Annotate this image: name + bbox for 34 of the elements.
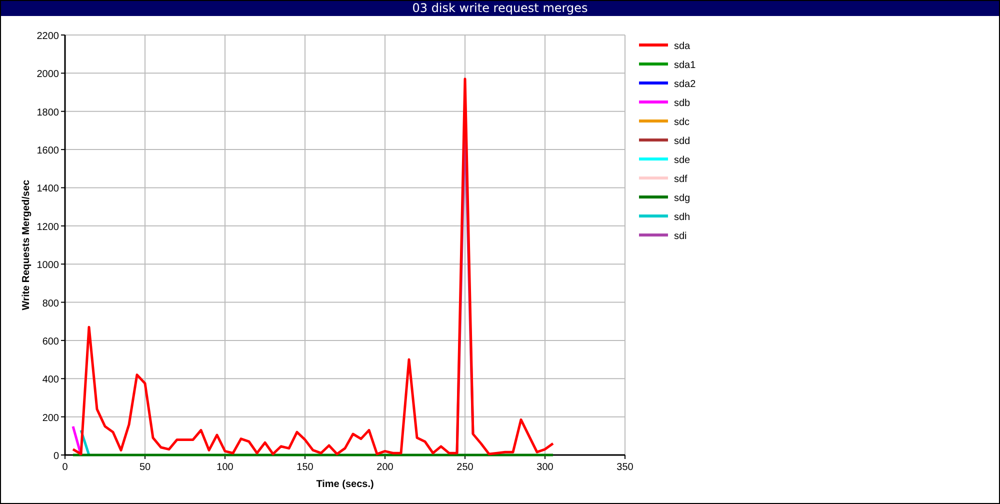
y-tick-label: 2200: [36, 31, 59, 42]
x-tick-label: 150: [296, 462, 314, 473]
x-tick-label: 50: [139, 462, 151, 473]
y-tick-label: 1600: [36, 146, 59, 157]
legend-label: sdh: [674, 212, 690, 223]
y-tick-label: 800: [42, 298, 59, 310]
legend-label: sdb: [674, 98, 690, 109]
legend-label: sdi: [674, 231, 687, 242]
window-title: 03 disk write request merges: [1, 1, 999, 16]
legend-label: sdd: [674, 136, 690, 147]
x-tick-label: 250: [456, 462, 474, 473]
y-axis-label: Write Requests Merged/sec: [21, 180, 32, 310]
x-tick-label: 300: [536, 462, 554, 473]
legend-label: sde: [674, 155, 690, 166]
legend-label: sdc: [674, 117, 690, 128]
y-tick-label: 1800: [36, 107, 59, 118]
y-tick-label: 600: [42, 336, 59, 348]
x-tick-label: 100: [216, 462, 234, 473]
y-tick-label: 1400: [36, 184, 59, 195]
y-tick-label: 400: [42, 374, 59, 386]
y-tick-label: 0: [53, 451, 59, 462]
legend-label: sda1: [674, 60, 696, 71]
y-tick-label: 1000: [36, 260, 59, 272]
legend-label: sda2: [674, 79, 696, 90]
y-tick-label: 2000: [36, 69, 59, 80]
y-tick-label: 1200: [36, 222, 59, 233]
legend-label: sda: [674, 41, 690, 52]
x-tick-label: 350: [616, 462, 634, 473]
x-axis-label: Time (secs.): [316, 479, 374, 490]
x-tick-label: 200: [376, 462, 394, 473]
legend-label: sdg: [674, 193, 690, 204]
x-tick-label: 0: [62, 462, 68, 473]
legend-label: sdf: [674, 174, 688, 185]
y-tick-label: 200: [42, 412, 59, 424]
